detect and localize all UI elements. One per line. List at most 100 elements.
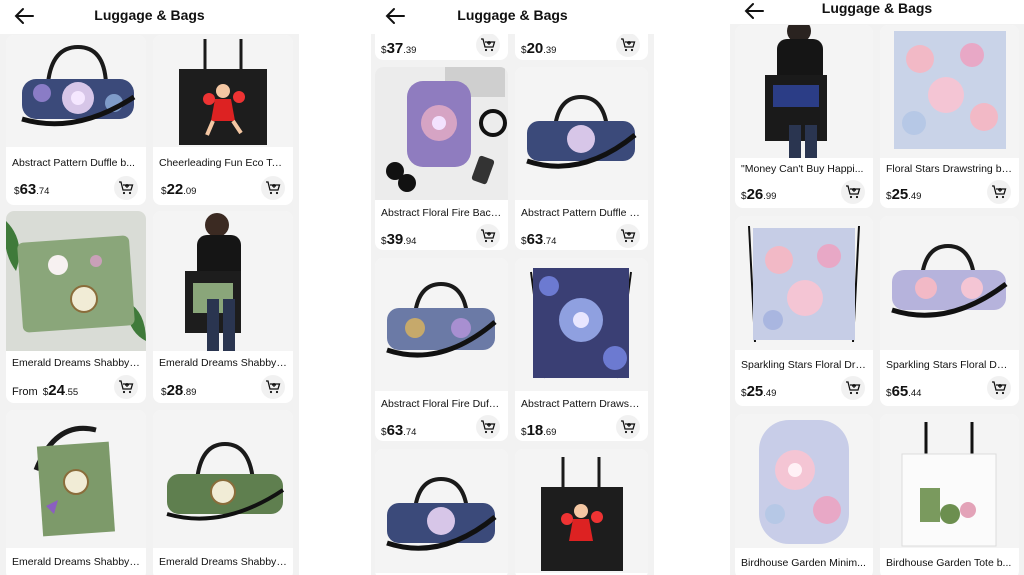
product-name: Cheerleading Fun Eco Tot... xyxy=(159,157,287,169)
add-to-cart-button[interactable] xyxy=(616,33,640,57)
product-name: Floral Stars Drawstring bag xyxy=(886,163,1013,175)
add-to-cart-button[interactable] xyxy=(476,33,500,57)
product-image xyxy=(735,414,873,548)
product-card[interactable] xyxy=(515,449,648,575)
add-to-cart-button[interactable] xyxy=(841,376,865,400)
product-price: $20.39 xyxy=(521,40,557,57)
product-image xyxy=(735,25,873,158)
product-price: $22.09 xyxy=(161,181,197,198)
add-to-cart-icon xyxy=(481,420,496,434)
add-to-cart-icon xyxy=(266,380,281,394)
product-image xyxy=(880,25,1019,158)
add-to-cart-button[interactable] xyxy=(476,224,500,248)
product-image xyxy=(6,211,146,351)
product-card[interactable]: Emerald Dreams Shabby ... $28.89 xyxy=(153,211,293,403)
product-price: $39.94 xyxy=(381,231,417,248)
product-image xyxy=(375,258,508,391)
product-image xyxy=(880,216,1019,350)
product-name: Sparkling Stars Floral Dra... xyxy=(741,359,867,371)
add-to-cart-icon xyxy=(119,380,134,394)
add-to-cart-icon xyxy=(481,38,496,52)
product-image xyxy=(880,414,1019,548)
product-card[interactable]: Abstract Pattern Drawstri... $18.69 xyxy=(515,258,648,441)
product-price: $63.74 xyxy=(14,181,50,198)
add-to-cart-button[interactable] xyxy=(261,176,285,200)
product-image xyxy=(153,211,293,351)
page-title: Luggage & Bags xyxy=(457,7,568,23)
product-card[interactable]: Abstract Pattern Duffle b... $63.74 xyxy=(6,35,146,205)
product-card[interactable]: Sparkling Stars Floral Dra... $25.49 xyxy=(735,216,873,406)
product-price: $28.89 xyxy=(161,382,197,399)
product-price: From $24.55 xyxy=(12,382,79,399)
add-to-cart-button[interactable] xyxy=(114,375,138,399)
product-price: $25.49 xyxy=(741,383,777,400)
add-to-cart-button[interactable] xyxy=(261,375,285,399)
product-name: Sparkling Stars Floral Duf... xyxy=(886,359,1013,371)
add-to-cart-icon xyxy=(621,229,636,243)
add-to-cart-icon xyxy=(481,229,496,243)
add-to-cart-button[interactable] xyxy=(114,176,138,200)
product-price: $65.44 xyxy=(886,383,922,400)
top-bar: Luggage & Bags xyxy=(0,0,299,34)
product-name: Birdhouse Garden Minim... xyxy=(741,557,866,569)
product-name: "Money Can't Buy Happi... xyxy=(741,163,864,175)
product-card[interactable]: Emerald Dreams Shabby ... xyxy=(6,410,146,575)
product-name: Abstract Floral Fire Duffle... xyxy=(381,398,502,410)
add-to-cart-icon xyxy=(621,38,636,52)
page-title: Luggage & Bags xyxy=(821,0,933,16)
product-card[interactable]: Abstract Pattern Duffle b... $63.74 xyxy=(515,67,648,250)
product-name: Abstract Pattern Duffle b... xyxy=(12,157,135,169)
product-name: Abstract Floral Fire Backp... xyxy=(381,207,502,219)
product-price: $37.39 xyxy=(381,40,417,57)
product-card[interactable]: Birdhouse Garden Tote b... xyxy=(880,414,1019,575)
product-card[interactable]: Abstract Floral Fire Backp... $39.94 xyxy=(375,67,508,250)
add-to-cart-icon xyxy=(846,185,861,199)
product-image xyxy=(375,449,508,573)
product-name: Emerald Dreams Shabby ... xyxy=(159,357,287,369)
add-to-cart-button[interactable] xyxy=(841,180,865,204)
product-price: $63.74 xyxy=(521,231,557,248)
page-title: Luggage & Bags xyxy=(94,7,205,23)
product-name: Abstract Pattern Drawstri... xyxy=(521,398,642,410)
product-image xyxy=(515,258,648,391)
product-name: Emerald Dreams Shabby ... xyxy=(12,556,140,568)
screen-1: Luggage & Bags Abstract Pattern Duffle b… xyxy=(0,0,299,575)
product-price: $63.74 xyxy=(381,422,417,439)
product-image xyxy=(515,67,648,200)
product-card[interactable] xyxy=(375,449,508,575)
top-bar: Luggage & Bags xyxy=(730,0,1024,24)
product-card[interactable]: Abstract Floral Fire Duffle... $63.74 xyxy=(375,258,508,441)
add-to-cart-icon xyxy=(621,420,636,434)
product-card[interactable]: Sparkling Stars Floral Duf... $65.44 xyxy=(880,216,1019,406)
add-to-cart-icon xyxy=(846,381,861,395)
add-to-cart-button[interactable] xyxy=(987,180,1011,204)
screen-2: Luggage & Bags $37.39 $20.39 Abstract Fl… xyxy=(371,0,654,575)
product-price: $26.99 xyxy=(741,186,777,203)
product-card[interactable]: Floral Stars Drawstring bag $25.49 xyxy=(880,25,1019,208)
product-card[interactable]: Emerald Dreams Shabby ... xyxy=(153,410,293,575)
product-name: Abstract Pattern Duffle b... xyxy=(521,207,642,219)
product-image xyxy=(153,35,293,147)
add-to-cart-button[interactable] xyxy=(616,224,640,248)
product-card[interactable]: "Money Can't Buy Happi... $26.99 xyxy=(735,25,873,208)
add-to-cart-icon xyxy=(992,381,1007,395)
add-to-cart-button[interactable] xyxy=(476,415,500,439)
add-to-cart-icon xyxy=(119,181,134,195)
product-name: Birdhouse Garden Tote b... xyxy=(886,557,1012,569)
product-image xyxy=(375,67,508,200)
add-to-cart-icon xyxy=(266,181,281,195)
product-image xyxy=(153,410,293,548)
product-card[interactable]: Birdhouse Garden Minim... xyxy=(735,414,873,575)
screen-3: Luggage & Bags "Money Can't Buy Happi...… xyxy=(730,0,1024,575)
product-image xyxy=(6,410,146,548)
add-to-cart-icon xyxy=(992,185,1007,199)
product-price: $18.69 xyxy=(521,422,557,439)
product-name: Emerald Dreams Shabby ... xyxy=(12,357,140,369)
product-image xyxy=(515,449,648,573)
add-to-cart-button[interactable] xyxy=(987,376,1011,400)
product-card[interactable]: Emerald Dreams Shabby ... From $24.55 xyxy=(6,211,146,403)
product-card[interactable]: Cheerleading Fun Eco Tot... $22.09 xyxy=(153,35,293,205)
product-price: $25.49 xyxy=(886,186,922,203)
top-bar: Luggage & Bags xyxy=(371,0,654,34)
add-to-cart-button[interactable] xyxy=(616,415,640,439)
